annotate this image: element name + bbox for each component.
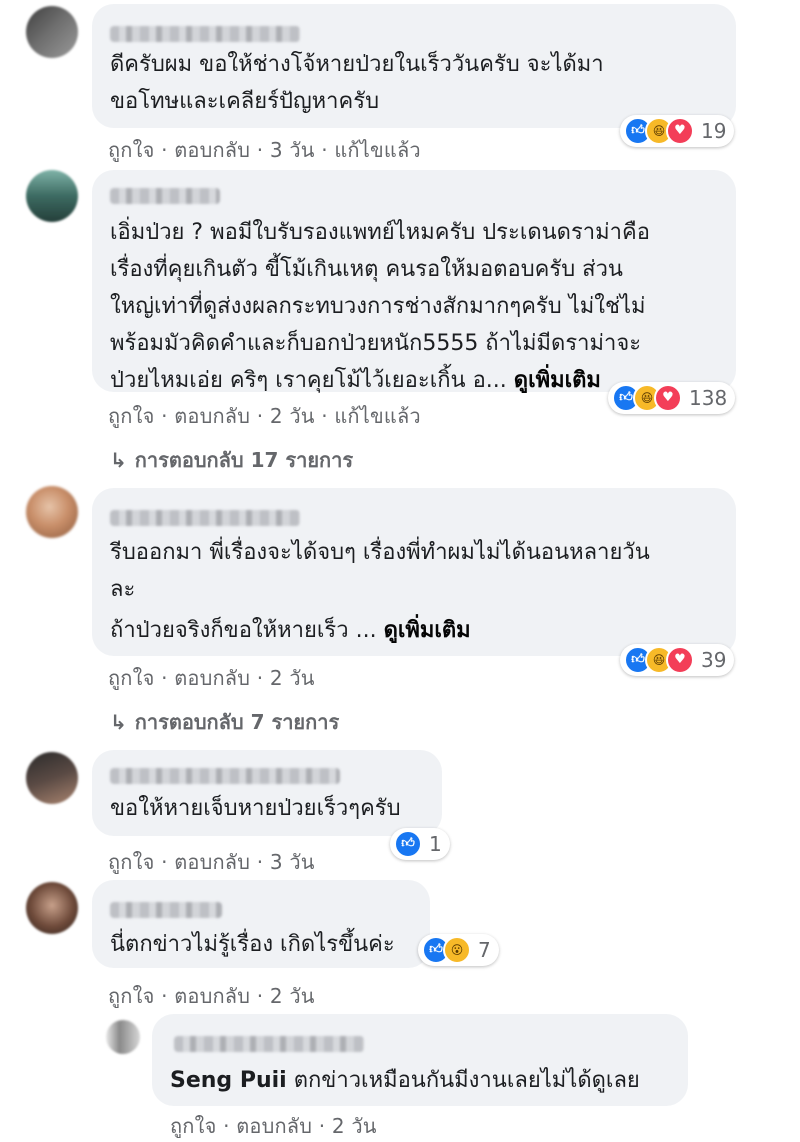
reply-bubble: Seng Puii ตกข่าวเหมือนกันมีงานเลยไม่ได้ด… <box>152 1014 688 1106</box>
reaction-count: 7 <box>478 938 491 962</box>
reaction-count: 19 <box>701 119 727 143</box>
reaction-count: 39 <box>701 648 727 672</box>
reply-arrow-icon: ↳ <box>110 710 127 734</box>
avatar[interactable] <box>26 486 78 538</box>
like-link[interactable]: ถูกใจ <box>170 1114 217 1138</box>
like-link[interactable]: ถูกใจ <box>108 984 155 1008</box>
wow-icon: 😮︎ <box>443 936 471 964</box>
reaction-summary[interactable]: 👍︎ 😮︎ 7 <box>418 934 499 966</box>
like-icon: 👍︎ <box>394 830 422 858</box>
edited-label: แก้ไขแล้ว <box>334 138 421 162</box>
comment-bubble: ดีครับผม ขอให้ช่างโจ้หายป่วยในเร็ววันครั… <box>92 4 736 128</box>
timestamp[interactable]: 3 วัน <box>270 138 315 162</box>
comment-actions: ถูกใจ · ตอบกลับ · 2 วัน · แก้ไขแล้ว <box>108 404 421 428</box>
reaction-summary[interactable]: 👍︎ 😆︎ ♥ 138 <box>608 382 736 414</box>
reaction-count: 1 <box>429 832 442 856</box>
commenter-name[interactable] <box>110 188 220 204</box>
avatar[interactable] <box>26 752 78 804</box>
comment-actions: ถูกใจ · ตอบกลับ · 2 วัน <box>108 666 315 690</box>
reply-link[interactable]: ตอบกลับ <box>236 1114 312 1138</box>
mention-link[interactable]: Seng Puii <box>170 1068 287 1093</box>
love-icon: ♥ <box>654 384 682 412</box>
comment-actions: ถูกใจ · ตอบกลับ · 2 วัน <box>170 1114 377 1138</box>
timestamp[interactable]: 3 วัน <box>270 850 315 874</box>
comment-bubble: นี่ตกข่าวไม่รู้เรื่อง เกิดไรขึ้นค่ะ <box>92 880 430 968</box>
like-link[interactable]: ถูกใจ <box>108 404 155 428</box>
reply-link[interactable]: ตอบกลับ <box>174 138 250 162</box>
reply-link[interactable]: ตอบกลับ <box>174 984 250 1008</box>
love-icon: ♥ <box>666 646 694 674</box>
commenter-name[interactable] <box>110 510 300 526</box>
like-link[interactable]: ถูกใจ <box>108 850 155 874</box>
comment-bubble: เอิ่มป่วย ? พอมีใบรับรองแพทย์ไหมครับ ประ… <box>92 170 736 393</box>
reaction-summary[interactable]: 👍︎ 😆︎ ♥ 19 <box>620 115 735 147</box>
comment-text: รีบออกมา พี่เรื่องจะได้จบๆ เรื่องพี่ทำผม… <box>110 540 650 602</box>
love-icon: ♥ <box>666 117 694 145</box>
timestamp[interactable]: 2 วัน <box>270 404 315 428</box>
timestamp[interactable]: 2 วัน <box>270 984 315 1008</box>
comment-actions: ถูกใจ · ตอบกลับ · 3 วัน · แก้ไขแล้ว <box>108 138 421 162</box>
reaction-summary[interactable]: 👍︎ 😆︎ ♥ 39 <box>620 644 735 676</box>
like-link[interactable]: ถูกใจ <box>108 666 155 690</box>
comment-text: ดีครับผม ขอให้ช่างโจ้หายป่วยในเร็ววันครั… <box>110 52 604 114</box>
comment-bubble: ขอให้หายเจ็บหายป่วยเร็วๆครับ <box>92 750 442 836</box>
comment-text: ขอให้หายเจ็บหายป่วยเร็วๆครับ <box>110 796 401 821</box>
comment-text: นี่ตกข่าวไม่รู้เรื่อง เกิดไรขึ้นค่ะ <box>110 932 395 957</box>
timestamp[interactable]: 2 วัน <box>270 666 315 690</box>
reply-link[interactable]: ตอบกลับ <box>174 666 250 690</box>
timestamp[interactable]: 2 วัน <box>332 1114 377 1138</box>
see-more-link[interactable]: ดูเพิ่มเติม <box>514 368 601 393</box>
like-link[interactable]: ถูกใจ <box>108 138 155 162</box>
reaction-count: 138 <box>689 386 728 410</box>
commenter-name[interactable] <box>174 1036 364 1052</box>
commenter-name[interactable] <box>110 902 222 918</box>
reply-arrow-icon: ↳ <box>110 448 127 472</box>
see-more-link[interactable]: ดูเพิ่มเติม <box>384 618 471 643</box>
view-replies-link[interactable]: ↳ การตอบกลับ 17 รายการ <box>110 444 353 476</box>
comment-actions: ถูกใจ · ตอบกลับ · 2 วัน <box>108 984 315 1008</box>
commenter-name[interactable] <box>110 26 300 42</box>
avatar[interactable] <box>26 6 78 58</box>
view-replies-link[interactable]: ↳ การตอบกลับ 7 รายการ <box>110 706 339 738</box>
comment-bubble: รีบออกมา พี่เรื่องจะได้จบๆ เรื่องพี่ทำผม… <box>92 488 736 656</box>
reply-link[interactable]: ตอบกลับ <box>174 850 250 874</box>
reaction-summary[interactable]: 👍︎ 1 <box>390 828 450 860</box>
comment-text: Seng Puii ตกข่าวเหมือนกันมีงานเลยไม่ได้ด… <box>170 1068 640 1093</box>
reply-link[interactable]: ตอบกลับ <box>174 404 250 428</box>
comment-text: เอิ่มป่วย ? พอมีใบรับรองแพทย์ไหมครับ ประ… <box>110 220 650 393</box>
avatar[interactable] <box>26 170 78 222</box>
avatar[interactable] <box>26 882 78 934</box>
comment-actions: ถูกใจ · ตอบกลับ · 3 วัน <box>108 850 315 874</box>
avatar[interactable] <box>106 1020 140 1054</box>
commenter-name[interactable] <box>110 768 340 784</box>
edited-label: แก้ไขแล้ว <box>334 404 421 428</box>
